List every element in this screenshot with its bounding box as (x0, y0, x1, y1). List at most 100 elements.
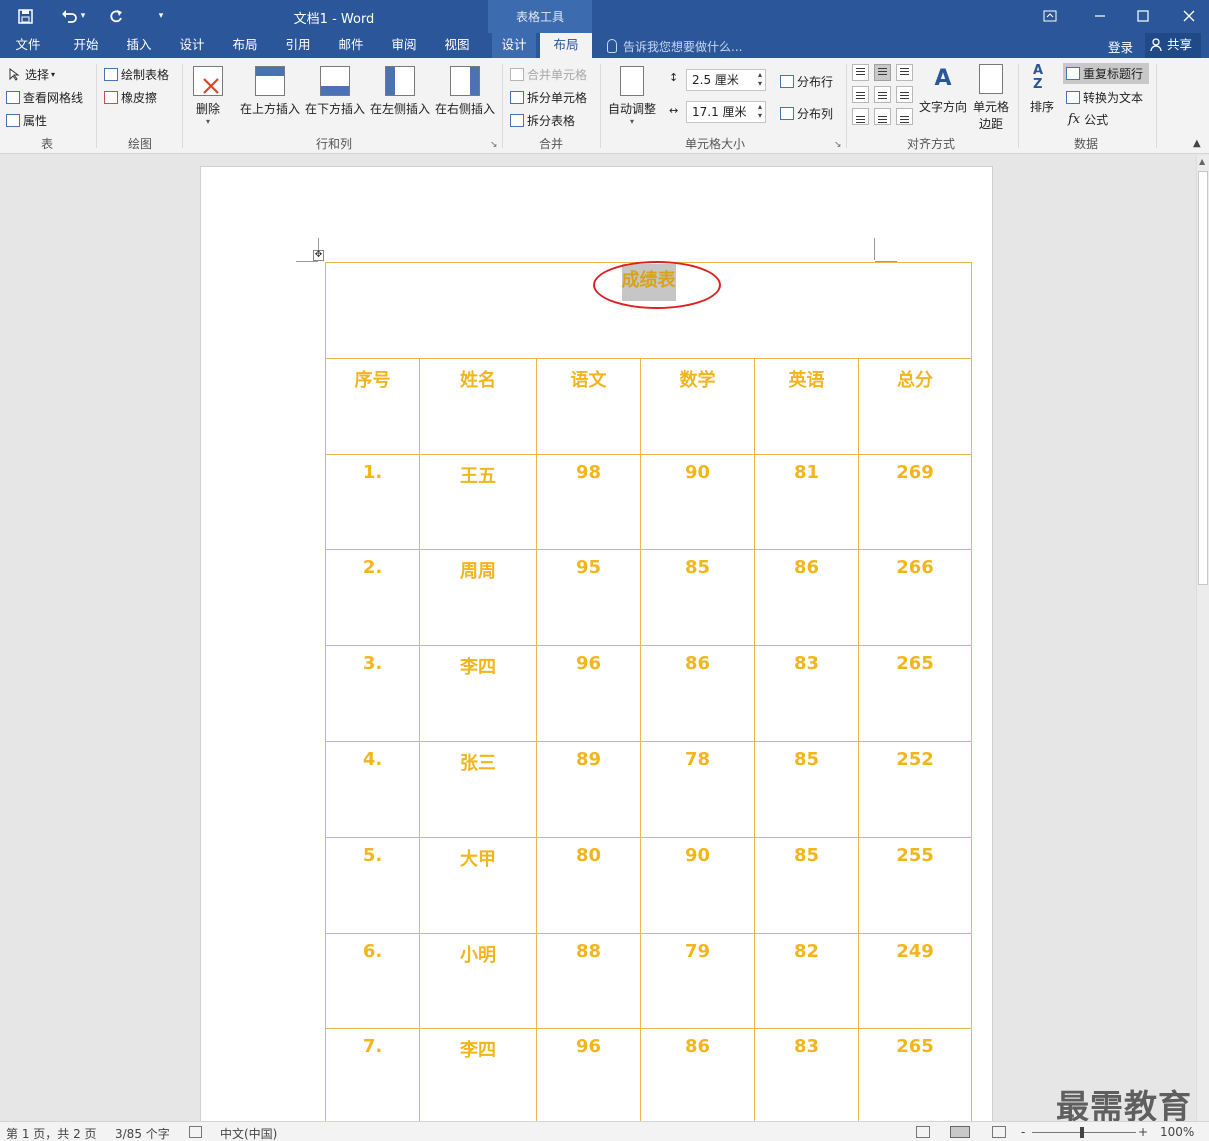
table-cell[interactable]: 98 (536, 454, 641, 550)
tab-home[interactable]: 开始 (63, 33, 109, 58)
table-cell[interactable]: 95 (536, 549, 641, 646)
tab-design[interactable]: 设计 (169, 33, 215, 58)
tab-view[interactable]: 视图 (434, 33, 480, 58)
table-cell[interactable]: 4. (325, 741, 420, 838)
repeat-header-rows-button[interactable]: 重复标题行 (1063, 63, 1150, 84)
align-middle-left-button[interactable] (852, 86, 869, 103)
table-cell[interactable]: 83 (754, 1028, 859, 1123)
table-cell[interactable]: 王五 (419, 454, 537, 550)
text-direction-button[interactable]: A 文字方向 (916, 64, 970, 115)
row-height-input[interactable]: 2.5 厘米 (686, 69, 766, 91)
table-cell[interactable]: 小明 (419, 933, 537, 1029)
tab-table-layout[interactable]: 布局 (540, 33, 592, 58)
rows-cols-dialog-launcher-icon[interactable]: ↘ (490, 140, 498, 150)
word-count[interactable]: 3/85 个字 (115, 1125, 170, 1141)
table-cell[interactable]: 88 (536, 933, 641, 1029)
distribute-columns-button[interactable]: 分布列 (780, 105, 833, 122)
split-table-button[interactable]: 拆分表格 (510, 112, 575, 129)
table-cell[interactable]: 265 (858, 645, 972, 742)
table-cell[interactable]: 252 (858, 741, 972, 838)
align-bottom-center-button[interactable] (874, 108, 891, 125)
zoom-out-button[interactable]: - (1021, 1125, 1025, 1139)
table-cell[interactable]: 周周 (419, 549, 537, 646)
table-cell[interactable]: 255 (858, 837, 972, 934)
table-move-handle-icon[interactable]: ✥ (313, 250, 324, 261)
table-cell[interactable]: 86 (640, 1028, 755, 1123)
align-top-left-button[interactable] (852, 64, 869, 81)
scroll-up-icon[interactable]: ▲ (1199, 157, 1205, 166)
table-cell[interactable]: 85 (754, 741, 859, 838)
table-title-cell[interactable]: 成绩表 (325, 262, 972, 359)
delete-button[interactable]: 删除 ▾ (190, 66, 226, 126)
zoom-level[interactable]: 100% (1160, 1125, 1194, 1139)
table-cell[interactable]: 269 (858, 454, 972, 550)
table-cell[interactable]: 78 (640, 741, 755, 838)
insert-left-button[interactable]: 在左侧插入 (369, 66, 431, 117)
close-icon[interactable] (1176, 4, 1202, 28)
collapse-ribbon-icon[interactable]: ▲ (1193, 138, 1201, 149)
table-cell[interactable]: 90 (640, 837, 755, 934)
header-cell[interactable]: 数学 (640, 358, 755, 455)
zoom-slider-thumb[interactable] (1080, 1127, 1084, 1138)
table-cell[interactable]: 2. (325, 549, 420, 646)
align-middle-center-button[interactable] (874, 86, 891, 103)
ribbon-display-options-icon[interactable] (1037, 4, 1063, 28)
table-cell[interactable]: 大甲 (419, 837, 537, 934)
select-button[interactable]: 选择 ▾ (8, 66, 55, 83)
table-cell[interactable]: 85 (754, 837, 859, 934)
column-width-input[interactable]: 17.1 厘米 (686, 101, 766, 123)
split-cells-button[interactable]: 拆分单元格 (510, 89, 587, 106)
align-bottom-right-button[interactable] (896, 108, 913, 125)
merge-cells-button[interactable]: 合并单元格 (510, 66, 587, 83)
tab-table-design[interactable]: 设计 (492, 33, 536, 58)
tell-me-search[interactable]: 告诉我您想要做什么... (623, 38, 742, 55)
sort-button[interactable]: AZ 排序 (1024, 64, 1060, 115)
tab-layout[interactable]: 布局 (222, 33, 268, 58)
score-table[interactable]: 成绩表 序号 姓名 语文 数学 英语 总分 1. 王五 98 90 81 269… (325, 262, 972, 1123)
table-cell[interactable]: 张三 (419, 741, 537, 838)
zoom-in-button[interactable]: + (1138, 1125, 1148, 1139)
share-button[interactable]: 共享 (1145, 33, 1201, 58)
properties-button[interactable]: 属性 (6, 112, 47, 129)
header-cell[interactable]: 姓名 (419, 358, 537, 455)
header-cell[interactable]: 英语 (754, 358, 859, 455)
table-cell[interactable]: 83 (754, 645, 859, 742)
formula-button[interactable]: fx 公式 (1068, 111, 1108, 128)
minimize-icon[interactable] (1087, 4, 1113, 28)
tab-review[interactable]: 审阅 (381, 33, 427, 58)
table-cell[interactable]: 249 (858, 933, 972, 1029)
table-cell[interactable]: 1. (325, 454, 420, 550)
table-cell[interactable]: 李四 (419, 1028, 537, 1123)
zoom-slider[interactable] (1032, 1132, 1136, 1133)
table-cell[interactable]: 7. (325, 1028, 420, 1123)
tab-insert[interactable]: 插入 (116, 33, 162, 58)
read-mode-icon[interactable] (916, 1126, 930, 1138)
table-cell[interactable]: 86 (754, 549, 859, 646)
table-cell[interactable]: 李四 (419, 645, 537, 742)
convert-to-text-button[interactable]: 转换为文本 (1066, 89, 1143, 106)
align-middle-right-button[interactable] (896, 86, 913, 103)
header-cell[interactable]: 总分 (858, 358, 972, 455)
table-cell[interactable]: 86 (640, 645, 755, 742)
table-cell[interactable]: 85 (640, 549, 755, 646)
tab-mailings[interactable]: 邮件 (328, 33, 374, 58)
distribute-rows-button[interactable]: 分布行 (780, 73, 833, 90)
login-link[interactable]: 登录 (1108, 37, 1133, 56)
page-count[interactable]: 第 1 页，共 2 页 (6, 1125, 97, 1141)
view-gridlines-button[interactable]: 查看网格线 (6, 89, 83, 106)
table-cell[interactable]: 89 (536, 741, 641, 838)
align-top-center-button[interactable] (874, 64, 891, 81)
tab-references[interactable]: 引用 (275, 33, 321, 58)
align-top-right-button[interactable] (896, 64, 913, 81)
table-cell[interactable]: 96 (536, 1028, 641, 1123)
eraser-button[interactable]: 橡皮擦 (104, 89, 157, 106)
draw-table-button[interactable]: 绘制表格 (104, 66, 169, 83)
autofit-button[interactable]: 自动调整 ▾ (604, 66, 660, 126)
table-cell[interactable]: 81 (754, 454, 859, 550)
table-cell[interactable]: 96 (536, 645, 641, 742)
table-cell[interactable]: 79 (640, 933, 755, 1029)
header-cell[interactable]: 语文 (536, 358, 641, 455)
table-cell[interactable]: 3. (325, 645, 420, 742)
table-cell[interactable]: 82 (754, 933, 859, 1029)
table-cell[interactable]: 266 (858, 549, 972, 646)
